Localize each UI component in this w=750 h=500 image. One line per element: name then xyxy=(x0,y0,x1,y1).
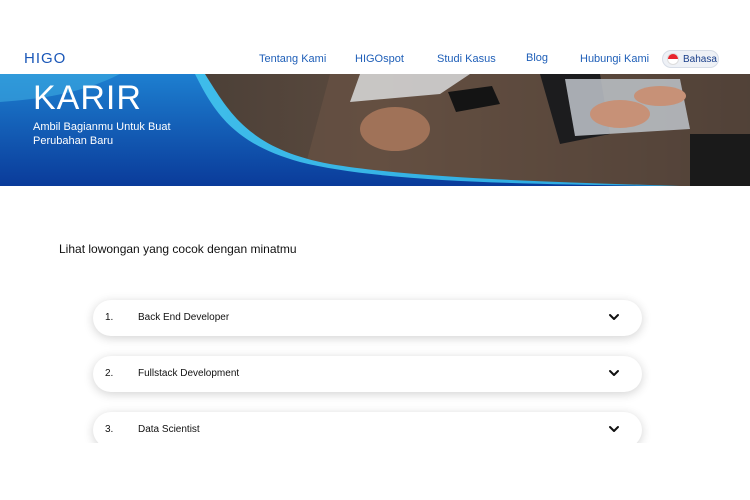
nav-link-tentang-kami[interactable]: Tentang Kami xyxy=(259,53,326,65)
hero-title: KARIR xyxy=(33,79,142,117)
job-item-fullstack-development[interactable]: 2. Fullstack Development xyxy=(93,356,642,392)
job-number: 1. xyxy=(105,312,114,323)
job-number: 3. xyxy=(105,424,114,435)
nav-link-blog[interactable]: Blog xyxy=(526,52,548,64)
job-title: Fullstack Development xyxy=(138,368,240,379)
hero-subtitle: Ambil Bagianmu Untuk Buat Perubahan Baru xyxy=(33,121,171,147)
chevron-down-icon[interactable] xyxy=(608,312,620,322)
job-title: Data Scientist xyxy=(138,424,200,435)
job-item-back-end-developer[interactable]: 1. Back End Developer xyxy=(93,300,642,336)
nav-link-studi-kasus[interactable]: Studi Kasus xyxy=(437,53,496,65)
job-number: 2. xyxy=(105,368,114,379)
chevron-down-icon[interactable] xyxy=(608,368,620,378)
language-label: Bahasa xyxy=(683,53,717,65)
job-title: Back End Developer xyxy=(138,312,230,323)
page-cutoff xyxy=(0,443,750,500)
nav-link-higospot[interactable]: HIGOspot xyxy=(355,53,404,65)
jobs-section-title: Lihat lowongan yang cocok dengan minatmu xyxy=(59,242,297,256)
top-navbar: HIGO Tentang Kami HIGOspot Studi Kasus B… xyxy=(0,44,750,74)
higo-logo[interactable]: HIGO xyxy=(24,50,66,67)
hero-banner: KARIR Ambil Bagianmu Untuk Buat Perubaha… xyxy=(0,74,750,186)
chevron-down-icon[interactable] xyxy=(608,424,620,434)
indonesia-flag-icon xyxy=(667,53,679,65)
language-button[interactable]: Bahasa xyxy=(662,50,719,68)
nav-link-hubungi-kami[interactable]: Hubungi Kami xyxy=(580,53,649,65)
